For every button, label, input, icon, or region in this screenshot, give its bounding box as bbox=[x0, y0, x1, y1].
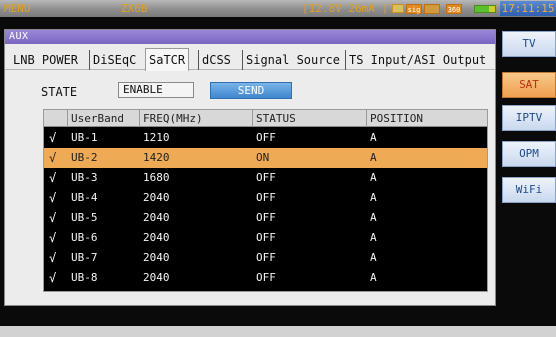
menu-label[interactable]: MENU bbox=[4, 0, 31, 17]
table-header: UserBand FREQ(MHz) STATUS POSITION bbox=[44, 110, 487, 127]
check-icon[interactable]: √ bbox=[46, 168, 66, 188]
check-icon[interactable]: √ bbox=[46, 128, 66, 148]
position-cell: A bbox=[370, 271, 377, 284]
table-row[interactable]: √ UB-8 2040 OFF A bbox=[44, 268, 487, 288]
table-row[interactable]: √ UB-6 2040 OFF A bbox=[44, 228, 487, 248]
battery-icon bbox=[474, 5, 496, 13]
header-position: POSITION bbox=[366, 110, 489, 127]
position-cell: A bbox=[370, 191, 377, 204]
header-status: STATUS bbox=[252, 110, 366, 127]
table-row[interactable]: √ UB-7 2040 OFF A bbox=[44, 248, 487, 268]
state-label: STATE bbox=[41, 85, 78, 99]
state-select[interactable]: ENABLE bbox=[118, 82, 194, 98]
tab-signal-source[interactable]: Signal Source bbox=[242, 50, 340, 70]
table-row[interactable]: √ UB-3 1680 OFF A bbox=[44, 168, 487, 188]
userband-cell: UB-7 bbox=[71, 251, 98, 264]
check-icon[interactable]: √ bbox=[46, 148, 66, 168]
freq-cell: 1680 bbox=[143, 171, 170, 184]
userband-cell: UB-3 bbox=[71, 171, 98, 184]
header-freq: FREQ(MHz) bbox=[139, 110, 252, 127]
lnb-power-icon bbox=[392, 4, 404, 13]
tab-dcss[interactable]: dCSS bbox=[198, 50, 231, 70]
userband-cell: UB-4 bbox=[71, 191, 98, 204]
position-cell: A bbox=[370, 231, 377, 244]
status-cell: OFF bbox=[256, 231, 276, 244]
tab-diseqc[interactable]: DiSEqC bbox=[89, 50, 136, 70]
status-cell: OFF bbox=[256, 251, 276, 264]
tab-bar: LNB POWER DiSEqC SaTCR dCSS Signal Sourc… bbox=[5, 48, 495, 71]
mode-indicator-icon: 360 bbox=[446, 4, 462, 14]
sidebar-item-iptv[interactable]: IPTV bbox=[502, 105, 556, 131]
bottom-strip bbox=[0, 326, 556, 337]
freq-cell: 1210 bbox=[143, 131, 170, 144]
userband-cell: UB-6 bbox=[71, 231, 98, 244]
status-cell: OFF bbox=[256, 171, 276, 184]
freq-cell: 2040 bbox=[143, 231, 170, 244]
sidebar-item-tv[interactable]: TV bbox=[502, 31, 556, 57]
status-cell: OFF bbox=[256, 211, 276, 224]
aux-dialog: AUX LNB POWER DiSEqC SaTCR dCSS Signal S… bbox=[4, 29, 496, 306]
check-icon[interactable]: √ bbox=[46, 248, 66, 268]
freq-cell: 2040 bbox=[143, 191, 170, 204]
check-icon[interactable]: √ bbox=[46, 188, 66, 208]
bottom-bar bbox=[0, 306, 556, 326]
userband-cell: UB-8 bbox=[71, 271, 98, 284]
table-row-selected[interactable]: √ UB-2 1420 ON A bbox=[44, 148, 487, 168]
header-check bbox=[44, 110, 67, 127]
position-cell: A bbox=[370, 131, 377, 144]
userband-table: UserBand FREQ(MHz) STATUS POSITION √ UB-… bbox=[43, 109, 488, 292]
device-model: ZX6B bbox=[121, 2, 148, 15]
table-row[interactable]: √ UB-1 1210 OFF A bbox=[44, 128, 487, 148]
sidebar-item-sat[interactable]: SAT bbox=[502, 72, 556, 98]
dialog-title: AUX bbox=[5, 30, 495, 44]
userband-cell: UB-2 bbox=[71, 151, 98, 164]
send-button[interactable]: SEND bbox=[210, 82, 292, 99]
check-icon[interactable]: √ bbox=[46, 228, 66, 248]
tab-ts-input-asi-output[interactable]: TS Input/ASI Output bbox=[345, 50, 486, 70]
position-cell: A bbox=[370, 151, 377, 164]
check-icon[interactable]: √ bbox=[46, 208, 66, 228]
userband-cell: UB-1 bbox=[71, 131, 98, 144]
position-cell: A bbox=[370, 211, 377, 224]
sidebar-item-opm[interactable]: OPM bbox=[502, 141, 556, 167]
header-userband: UserBand bbox=[67, 110, 139, 127]
check-icon[interactable]: √ bbox=[46, 268, 66, 288]
table-row[interactable]: √ UB-5 2040 OFF A bbox=[44, 208, 487, 228]
position-cell: A bbox=[370, 171, 377, 184]
status-cell: OFF bbox=[256, 191, 276, 204]
power-readout: [12.8V 26mA ] bbox=[302, 2, 389, 15]
signal-indicator-icon: sig bbox=[406, 4, 422, 14]
status-cell: ON bbox=[256, 151, 270, 164]
status-bar: MENU ZX6B [12.8V 26mA ] sig 360 17:11:15 bbox=[0, 0, 556, 17]
clock: 17:11:15 bbox=[500, 1, 556, 16]
table-row[interactable]: √ UB-4 2040 OFF A bbox=[44, 188, 487, 208]
status-indicator-icon bbox=[424, 4, 440, 14]
status-cell: OFF bbox=[256, 131, 276, 144]
freq-cell: 2040 bbox=[143, 271, 170, 284]
userband-cell: UB-5 bbox=[71, 211, 98, 224]
tab-satcr[interactable]: SaTCR bbox=[145, 48, 190, 71]
position-cell: A bbox=[370, 251, 377, 264]
tab-lnb-power[interactable]: LNB POWER bbox=[13, 50, 78, 70]
freq-cell: 1420 bbox=[143, 151, 170, 164]
status-cell: OFF bbox=[256, 271, 276, 284]
freq-cell: 2040 bbox=[143, 211, 170, 224]
sidebar-item-wifi[interactable]: WiFi bbox=[502, 177, 556, 203]
freq-cell: 2040 bbox=[143, 251, 170, 264]
